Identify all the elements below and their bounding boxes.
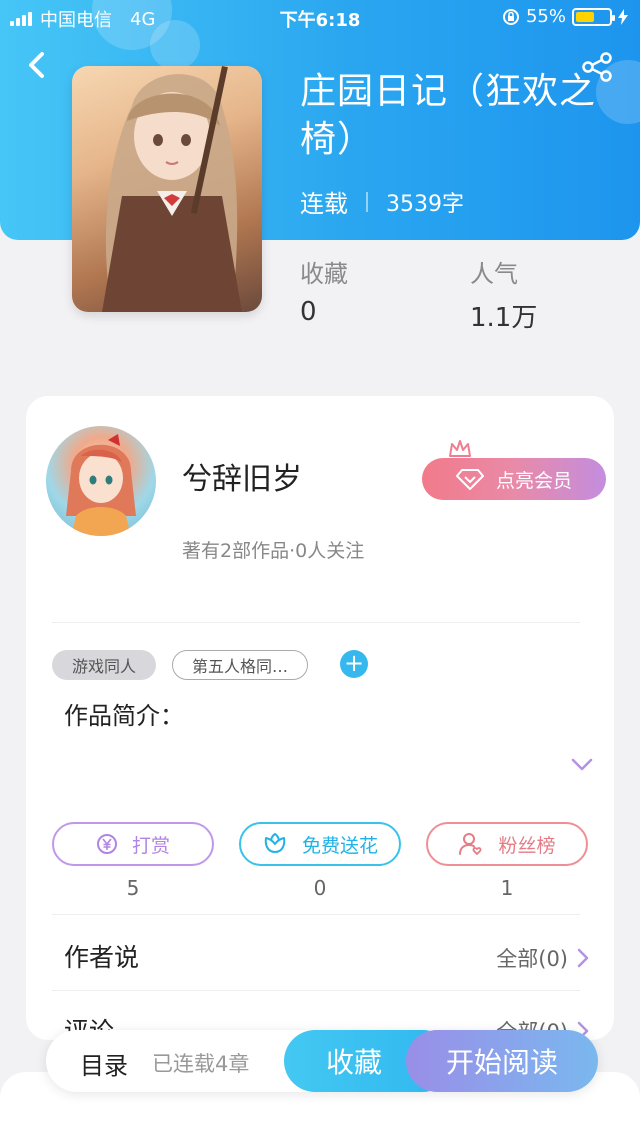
vip-button[interactable]: 点亮会员 [422,458,606,500]
author-says-all-link[interactable]: 全部(0) [496,943,590,973]
bottom-action-bar: 目录 已连载4章 收藏 开始阅读 [46,1030,598,1092]
fan-ranking-label: 粉丝榜 [498,834,556,857]
plus-icon: + [343,649,365,677]
stat-label: 收藏 [300,260,348,288]
chapter-count: 已连载4章 [152,1052,250,1076]
favorite-label: 收藏 [325,1046,382,1079]
crown-icon [449,440,471,457]
word-count: 3539字 [386,191,464,217]
chevron-right-icon [577,948,589,968]
vip-button-label: 点亮会员 [495,469,572,492]
battery-percent: 55% [525,6,566,27]
divider [52,990,580,991]
battery-icon [572,7,615,26]
divider [52,622,580,623]
book-cover[interactable] [72,66,262,312]
flower-count: 0 [313,876,327,900]
stat-value: 0 [300,297,317,327]
serial-status: 连载 [300,190,348,218]
author-avatar[interactable] [46,426,156,536]
toc-button[interactable]: 目录 [80,1046,128,1081]
author-info: 著有2部作品·0人关注 [182,540,365,562]
tag-identity-v[interactable]: 第五人格同… [172,650,308,680]
yen-coin-icon [96,834,117,854]
intro-label: 作品简介： [64,702,184,730]
reward-button[interactable]: 打赏 [52,822,214,866]
stat-label: 人气 [470,260,518,288]
chevron-left-icon [29,52,44,78]
diamond-icon [455,469,484,490]
back-button[interactable] [22,48,52,82]
send-flower-label: 免费送花 [301,834,378,857]
start-reading-button[interactable]: 开始阅读 [406,1030,598,1092]
author-name[interactable]: 兮辞旧岁 [182,454,302,498]
author-says-all-label: 全部(0) [496,947,568,971]
add-tag-button[interactable]: + [340,650,368,678]
meta-divider [366,191,368,212]
charging-icon [618,8,628,25]
stat-value: 1.1万 [470,303,538,333]
orientation-lock-icon [502,8,519,25]
flower-icon [264,832,286,853]
fan-user-icon [459,833,482,855]
start-reading-label: 开始阅读 [445,1046,558,1079]
tag-game-fanfic[interactable]: 游戏同人 [52,650,156,680]
reward-count: 5 [126,876,140,900]
book-meta: 连载 3539字 [300,184,464,219]
status-bar: 中国电信 4G 下午6:18 55% [0,0,640,34]
stat-popularity: 人气 1.1万 [470,254,537,334]
divider [52,914,580,915]
fan-count: 1 [500,876,514,900]
reward-label: 打赏 [131,834,170,857]
stat-favorites: 收藏 0 [300,254,348,327]
chevron-down-icon[interactable] [570,754,594,774]
detail-card: 兮辞旧岁 著有2部作品·0人关注 点亮会员 游戏同人 第五人格同… + 作品简介… [26,396,614,1040]
book-title: 庄园日记（狂欢之椅） [300,71,597,160]
author-says-label: 作者说 [64,943,140,972]
send-flower-button[interactable]: 免费送花 [239,822,401,866]
cover-illustration [102,66,242,312]
avatar-illustration [66,434,136,536]
fan-ranking-button[interactable]: 粉丝榜 [426,822,588,866]
